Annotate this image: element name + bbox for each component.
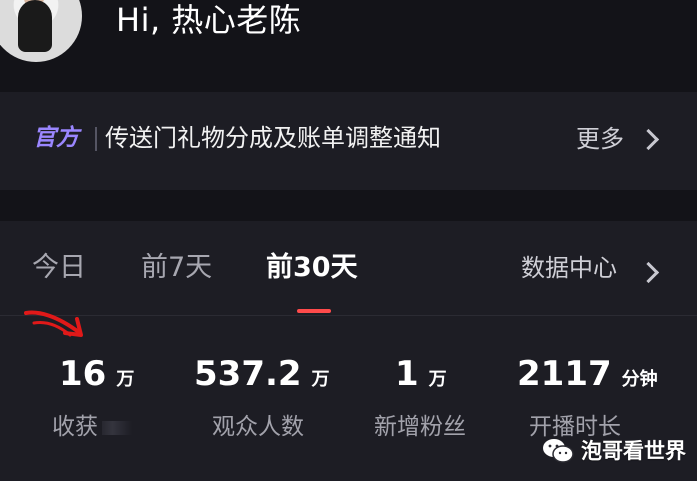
stat-live-duration[interactable]: 2117 分钟 [517,355,658,393]
official-tag: 官方 [33,125,79,151]
tab-divider [0,315,697,316]
stat-new-fans[interactable]: 1万 [395,355,447,393]
tab-today[interactable]: 今日 [32,253,86,283]
tab-last-30-days[interactable]: 前30天 [266,253,358,283]
redacted-text [102,420,132,435]
stat-label-audience: 观众人数 [212,414,304,440]
chevron-right-icon[interactable] [637,261,660,284]
tab-last-7-days[interactable]: 前7天 [141,253,212,283]
stat-label-harvest: 收获 [52,414,132,440]
avatar-body [18,0,52,52]
stat-unit: 分钟 [621,369,658,390]
notice-more-link[interactable]: 更多 [576,125,624,153]
notice-bar[interactable]: 官方 传送门礼物分成及账单调整通知 更多 [0,92,697,190]
stat-audience[interactable]: 537.2 万 [194,355,330,393]
red-arrow-annotation [24,310,83,337]
stat-value: 16 [59,354,107,394]
stat-unit: 万 [311,369,330,390]
stat-value: 2117 [517,354,612,394]
watermark-text: 泡哥看世界 [581,439,686,463]
stat-harvest[interactable]: 16 万 [59,355,134,393]
stat-label-new-fans: 新增粉丝 [374,414,466,440]
stat-unit: 万 [428,369,447,390]
stat-unit: 万 [116,369,135,390]
active-tab-indicator [297,309,331,313]
wechat-icon [543,439,574,463]
notice-message[interactable]: 传送门礼物分成及账单调整通知 [105,124,441,152]
stat-label-text: 收获 [52,414,98,440]
data-center-link[interactable]: 数据中心 [521,254,617,282]
greeting-title: Hi, 热心老陈 [116,1,302,39]
notice-divider [95,127,97,151]
stat-value: 1 [395,354,419,394]
stat-value: 537.2 [194,354,302,394]
